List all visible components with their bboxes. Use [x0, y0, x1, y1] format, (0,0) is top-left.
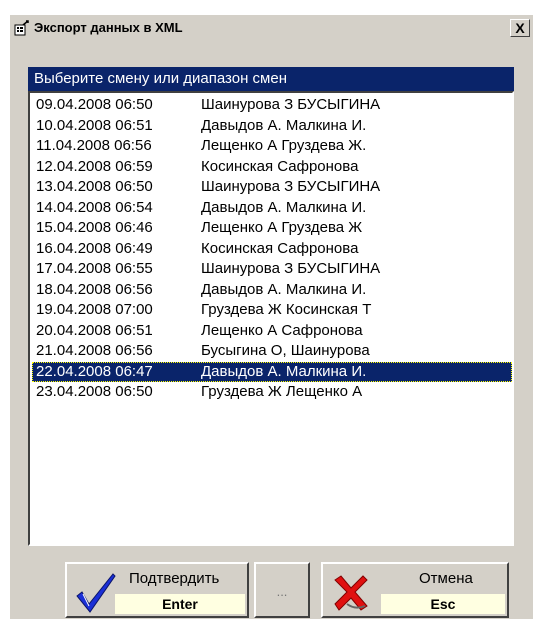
- list-item[interactable]: 19.04.2008 07:00 Груздева Ж Косинская Т: [32, 300, 512, 321]
- list-item-names: Шаинурова З БУСЫГИНА: [201, 178, 381, 195]
- list-item-datetime: 15.04.2008 06:46: [36, 219, 153, 236]
- red-x-icon: [334, 575, 368, 611]
- list-item-names: Давыдов А. Малкина И.: [201, 116, 367, 134]
- list-item[interactable]: 17.04.2008 06:55 Шаинурова З БУСЫГИНА: [32, 259, 512, 280]
- list-item[interactable]: 18.04.2008 06:56 Давыдов А. Малкина И.: [32, 280, 512, 301]
- shift-listbox[interactable]: 09.04.2008 06:50 Шаинурова З БУСЫГИНА 10.0…: [28, 91, 514, 546]
- list-item[interactable]: 21.04.2008 06:56 Бусыгина О, Шаинурова: [32, 341, 512, 362]
- list-item-names: Шаинурова З БУСЫГИНА: [201, 260, 381, 277]
- list-item[interactable]: 16.04.2008 06:49 Косинская Сафронова: [32, 239, 512, 260]
- app-icon: [14, 20, 29, 36]
- list-item-names: Груздева Ж Косинская Т: [201, 301, 372, 318]
- list-item-datetime: 10.04.2008 06:51: [36, 116, 153, 134]
- list-item-datetime: 13.04.2008 06:50: [36, 178, 153, 195]
- list-item[interactable]: 10.04.2008 06:51 Давыдов А. Малкина И.: [32, 116, 512, 137]
- list-item-datetime: 22.04.2008 06:47: [36, 362, 153, 380]
- list-item[interactable]: 09.04.2008 06:50 Шаинурова З БУСЫГИНА: [32, 95, 512, 116]
- list-item-names: Косинская Сафронова: [201, 157, 359, 175]
- list-item-datetime: 23.04.2008 06:50: [36, 383, 153, 400]
- list-item-datetime: 18.04.2008 06:56: [36, 280, 153, 298]
- more-label: ...: [276, 584, 288, 599]
- list-item-names: Лещенко А Груздева Ж.: [201, 137, 367, 154]
- list-item-names: Бусыгина О, Шаинурова: [201, 342, 370, 359]
- list-item[interactable]: 12.04.2008 06:59 Косинская Сафронова: [32, 157, 512, 178]
- list-item[interactable]: 13.04.2008 06:50 Шаинурова З БУСЫГИНА: [32, 177, 512, 198]
- list-item[interactable]: 15.04.2008 06:46 Лещенко А Груздева Ж: [32, 218, 512, 239]
- list-item[interactable]: 11.04.2008 06:56 Лещенко А Груздева Ж.: [32, 136, 512, 157]
- list-item-datetime: 09.04.2008 06:50: [36, 96, 153, 113]
- list-item-datetime: 14.04.2008 06:54: [36, 198, 153, 216]
- cancel-button[interactable]: Отмена Esc: [321, 562, 509, 618]
- list-item-names: Груздева Ж Лещенко А: [201, 383, 363, 400]
- list-item-datetime: 19.04.2008 07:00: [36, 301, 153, 318]
- list-header: Выберите смену или диапазон смен: [28, 67, 514, 91]
- checkmark-icon: [76, 573, 116, 613]
- list-item[interactable]: 20.04.2008 06:51 Лещенко А Сафронова: [32, 321, 512, 342]
- title-bar[interactable]: Экспорт данных в XML X: [10, 15, 533, 41]
- confirm-button[interactable]: Подтвердить Enter: [65, 562, 249, 618]
- list-item-datetime: 16.04.2008 06:49: [36, 239, 153, 257]
- list-item-datetime: 12.04.2008 06:59: [36, 157, 153, 175]
- list-item-datetime: 11.04.2008 06:56: [36, 137, 152, 154]
- list-item-names: Лещенко А Сафронова: [201, 321, 363, 339]
- list-item-names: Шаинурова З БУСЫГИНА: [201, 96, 381, 113]
- list-item-names: Давыдов А. Малкина И.: [201, 280, 367, 298]
- list-item-datetime: 21.04.2008 06:56: [36, 342, 153, 359]
- list-item-names: Давыдов А. Малкина И.: [201, 198, 367, 216]
- more-button[interactable]: ...: [254, 562, 310, 618]
- window-title: Экспорт данных в XML: [34, 20, 183, 35]
- list-item[interactable]: 23.04.2008 06:50 Груздева Ж Лещенко А: [32, 382, 512, 403]
- list-item[interactable]: 22.04.2008 06:47 Давыдов А. Малкина И.: [32, 361, 512, 382]
- list-item-names: Давыдов А. Малкина И.: [201, 362, 367, 380]
- export-xml-dialog: Экспорт данных в XML X Выберите смену ил…: [9, 14, 533, 619]
- list-item-datetime: 17.04.2008 06:55: [36, 260, 153, 277]
- list-item-names: Лещенко А Груздева Ж: [201, 219, 363, 236]
- confirm-label: Подтвердить: [129, 570, 220, 587]
- cancel-label: Отмена: [419, 570, 473, 587]
- cancel-shortcut: Esc: [381, 594, 505, 614]
- list-item[interactable]: 14.04.2008 06:54 Давыдов А. Малкина И.: [32, 198, 512, 219]
- confirm-shortcut: Enter: [115, 594, 245, 614]
- list-item-names: Косинская Сафронова: [201, 239, 359, 257]
- close-button[interactable]: X: [510, 19, 530, 37]
- list-rows: 09.04.2008 06:50 Шаинурова З БУСЫГИНА 10.0…: [32, 95, 512, 403]
- list-item-datetime: 20.04.2008 06:51: [36, 321, 153, 339]
